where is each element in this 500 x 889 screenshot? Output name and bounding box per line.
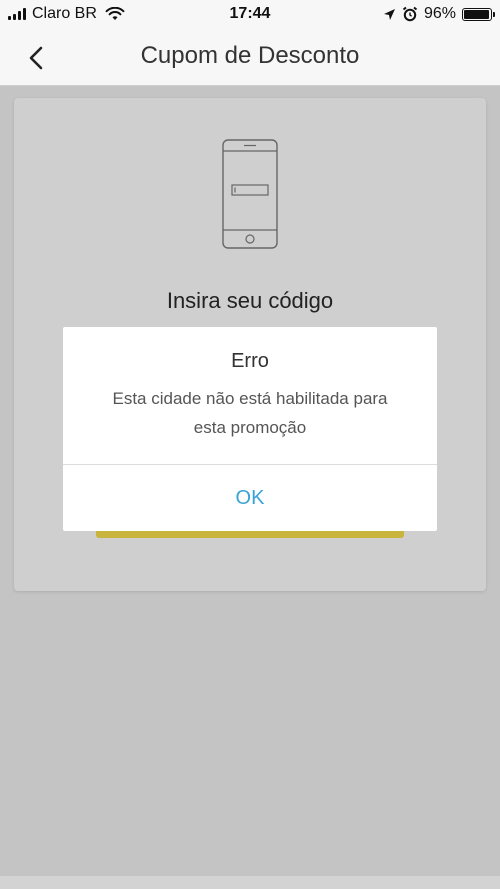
dialog-message-line: esta promoção	[193, 418, 307, 437]
battery-fill	[464, 9, 489, 19]
battery-icon	[462, 7, 495, 21]
phone-code-icon	[222, 139, 278, 249]
alarm-icon	[402, 6, 418, 22]
dialog-message: Esta cidade não está habilitada para est…	[83, 384, 417, 442]
status-bar: Claro BR 17:44 96%	[0, 0, 500, 30]
location-arrow-icon	[383, 8, 395, 20]
code-heading: Insira seu código	[166, 288, 334, 313]
battery-percent: 96%	[423, 5, 456, 22]
page-title: Cupom de Desconto	[140, 42, 360, 69]
status-right: 96%	[383, 5, 495, 23]
ok-button[interactable]: OK	[63, 465, 437, 531]
error-dialog: Erro Esta cidade não está habilitada par…	[63, 327, 437, 531]
nav-bar: Cupom de Desconto	[0, 30, 500, 86]
bottom-bar	[0, 876, 500, 889]
dialog-title: Erro	[231, 350, 269, 372]
dialog-message-line: Esta cidade não está habilitada para	[112, 389, 388, 408]
